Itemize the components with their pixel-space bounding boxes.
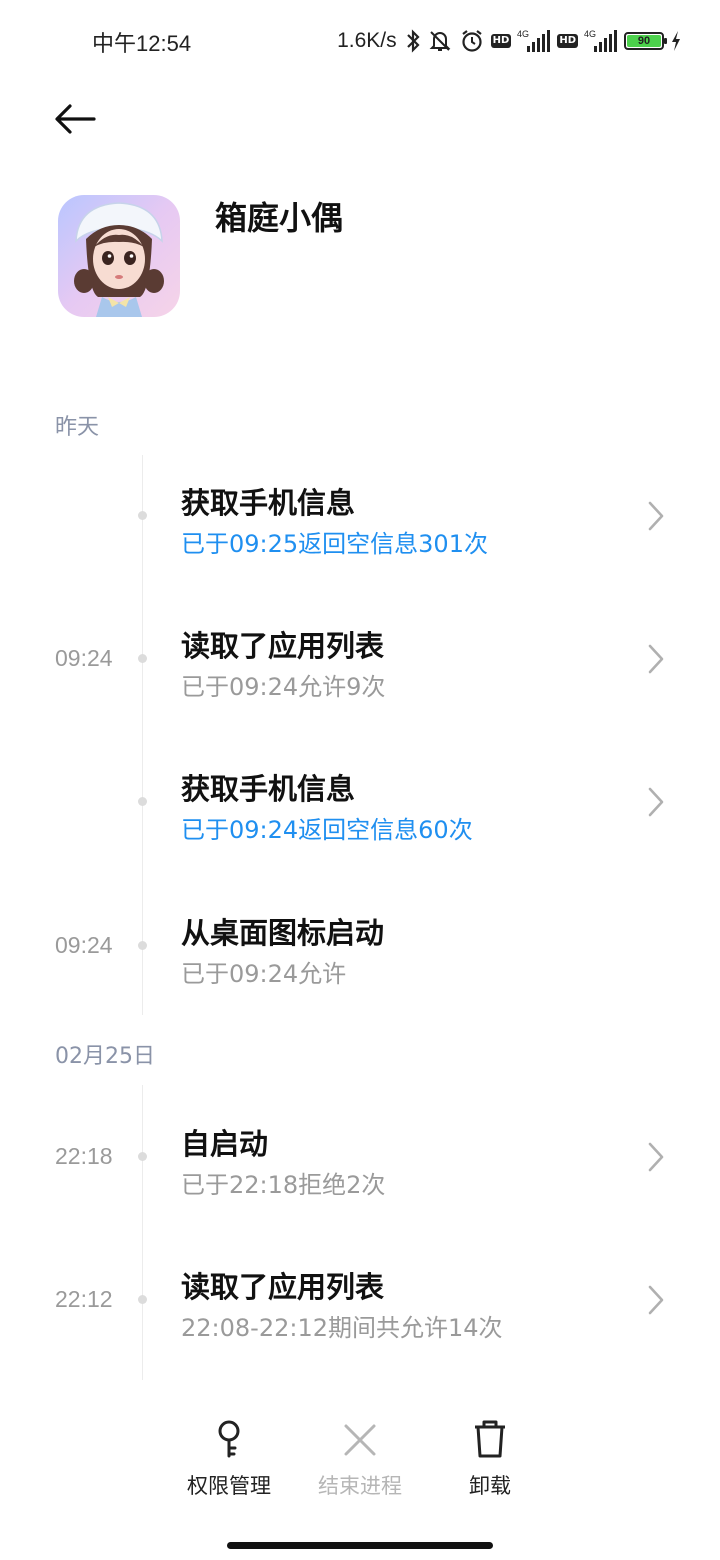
chevron-right-icon: [648, 787, 664, 817]
home-indicator[interactable]: [227, 1542, 493, 1549]
alarm-icon: [459, 28, 485, 54]
timeline-dot: [138, 941, 147, 950]
entry-subtitle: 22:08-22:12期间共允许14次: [181, 1314, 503, 1342]
uninstall-button[interactable]: 卸载: [430, 1418, 550, 1500]
entry-subtitle: 已于09:25返回空信息301次: [181, 530, 488, 558]
status-time: 中午12:54: [92, 31, 192, 56]
timeline-entry[interactable]: 22:18 自启动 已于22:18拒绝2次: [0, 1108, 720, 1208]
entry-time: 09:24: [55, 645, 113, 671]
permissions-label: 权限管理: [187, 1474, 271, 1498]
signal-icon-sim1: 4G: [517, 28, 551, 54]
trash-icon: [475, 1420, 505, 1458]
entry-subtitle: 已于09:24允许9次: [181, 673, 386, 701]
entry-time: 22:12: [55, 1286, 113, 1312]
timeline-dot: [138, 1152, 147, 1161]
entry-subtitle: 已于22:18拒绝2次: [181, 1171, 386, 1199]
close-icon: [344, 1424, 376, 1456]
entry-subtitle: 已于09:24返回空信息60次: [181, 816, 473, 844]
chevron-right-icon: [648, 1285, 664, 1315]
network-speed: 1.6K/s: [337, 29, 397, 52]
timeline-dot: [138, 797, 147, 806]
app-name: 箱庭小偶: [215, 199, 344, 237]
entry-title: 获取手机信息: [181, 486, 356, 520]
status-icons: 1.6K/s HD 4G HD 4G 90: [337, 24, 682, 58]
battery-level: 90: [627, 35, 661, 47]
entry-title: 从桌面图标启动: [181, 916, 385, 950]
entry-title: 获取手机信息: [181, 772, 356, 806]
section-header-date: 02月25日: [55, 1044, 155, 1069]
timeline-entry[interactable]: 获取手机信息 已于09:24返回空信息60次: [0, 753, 720, 853]
timeline-dot: [138, 1295, 147, 1304]
entry-subtitle: 已于09:24允许: [181, 960, 347, 988]
timeline-dot: [138, 511, 147, 520]
signal-icon-sim2: 4G: [584, 28, 618, 54]
charging-icon: [670, 30, 682, 52]
chevron-right-icon: [648, 1142, 664, 1172]
hd-badge-2: HD: [557, 34, 578, 48]
uninstall-label: 卸载: [469, 1474, 511, 1498]
entry-title: 自启动: [181, 1127, 269, 1161]
battery-icon: 90: [624, 32, 667, 50]
permissions-button[interactable]: 权限管理: [169, 1418, 289, 1500]
net-type-2: 4G: [584, 29, 596, 39]
end-process-button[interactable]: 结束进程: [300, 1418, 420, 1500]
entry-title: 读取了应用列表: [181, 1270, 385, 1304]
section-header-yesterday: 昨天: [55, 415, 100, 440]
timeline-entry[interactable]: 获取手机信息 已于09:25返回空信息301次: [0, 466, 720, 566]
chevron-right-icon: [648, 644, 664, 674]
app-icon: [58, 195, 180, 317]
end-process-label: 结束进程: [318, 1474, 402, 1498]
back-arrow-icon: [55, 104, 96, 134]
key-icon: [218, 1420, 240, 1458]
timeline-dot: [138, 654, 147, 663]
status-bar: 中午12:54 1.6K/s HD 4G HD 4G 90: [0, 0, 720, 84]
timeline-entry[interactable]: 22:12 读取了应用列表 22:08-22:12期间共允许14次: [0, 1251, 720, 1351]
bluetooth-icon: [405, 28, 421, 54]
chevron-right-icon: [648, 501, 664, 531]
back-button[interactable]: [50, 96, 100, 142]
bottom-action-bar: 权限管理 结束进程 卸载: [0, 1400, 720, 1510]
timeline-entry[interactable]: 09:24 读取了应用列表 已于09:24允许9次: [0, 610, 720, 710]
mute-bell-icon: [427, 28, 453, 54]
net-type-1: 4G: [517, 29, 529, 39]
entry-time: 22:18: [55, 1143, 113, 1169]
hd-badge: HD: [490, 34, 512, 48]
timeline-entry: 09:24 从桌面图标启动 已于09:24允许: [0, 897, 720, 997]
entry-time: 09:24: [55, 932, 113, 958]
entry-title: 读取了应用列表: [181, 629, 385, 663]
